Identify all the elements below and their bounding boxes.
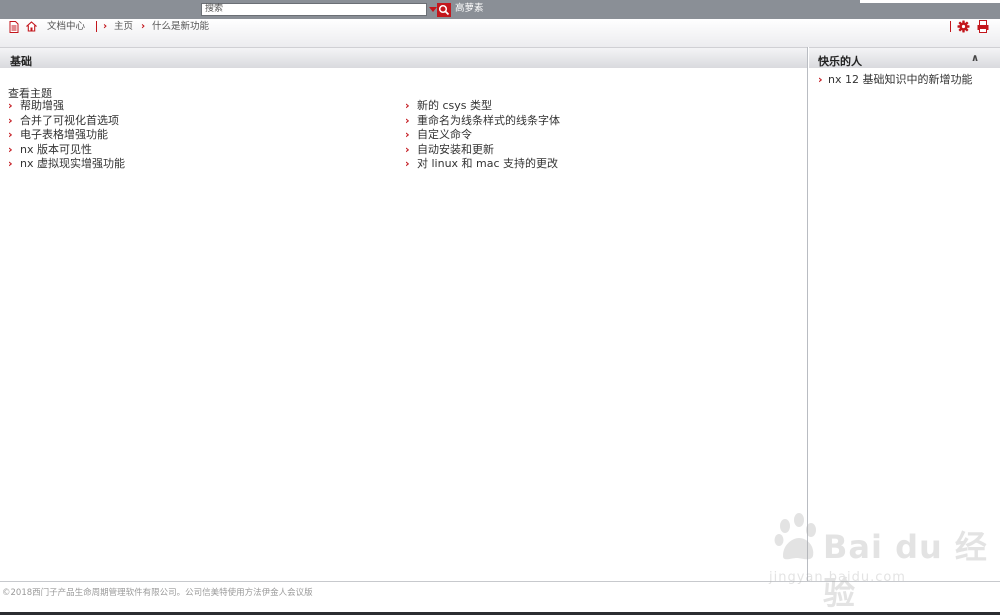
topic-link-label[interactable]: nx 虚拟现实增强功能: [20, 157, 125, 170]
copyright-footer: ©2018西门子产品生命周期管理软件有限公司。公司信美特使用方法伊金人会议版: [2, 588, 313, 598]
topic-link-label[interactable]: 电子表格增强功能: [20, 128, 108, 141]
topic-link[interactable]: › 对 linux 和 mac 支持的更改: [404, 157, 560, 172]
print-icon[interactable]: [977, 20, 989, 33]
topbar-strip: [860, 0, 1000, 3]
main-panel-header: 基础: [0, 47, 807, 68]
panel-divider: [807, 47, 808, 582]
home-icon[interactable]: [26, 21, 37, 32]
document-icon[interactable]: [9, 21, 19, 33]
paw-logo-icon: [774, 513, 816, 560]
side-panel-title: 快乐的人: [818, 55, 862, 68]
collapse-icon[interactable]: ∧: [971, 53, 979, 64]
side-panel-header: 快乐的人 ∧: [809, 47, 1000, 68]
search-scope-dropdown-icon[interactable]: [429, 7, 437, 12]
topic-list-left: › 帮助增强 › 合并了可视化首选项 › 电子表格增强功能 › nx 版本可见性 › nx…: [7, 99, 125, 172]
toolbar-divider: [950, 21, 951, 32]
topic-link-label[interactable]: 合并了可视化首选项: [20, 114, 119, 127]
search-input[interactable]: 搜索: [201, 3, 427, 16]
breadcrumb-doc-center[interactable]: 文档中心: [47, 21, 85, 33]
topic-link-label[interactable]: 对 linux 和 mac 支持的更改: [417, 157, 558, 170]
chevron-right-icon: ›: [405, 128, 410, 141]
topic-link[interactable]: › 合并了可视化首选项: [7, 114, 125, 129]
topic-link[interactable]: › 重命名为线条样式的线条字体: [404, 114, 560, 129]
chevron-right-icon: ›: [8, 142, 13, 156]
topic-link[interactable]: › 自定义命令: [404, 128, 560, 143]
side-link-label[interactable]: nx 12 基础知识中的新增功能: [828, 73, 972, 86]
baidu-watermark: Bai du 经验 jingyan.baidu.com: [765, 508, 995, 612]
chevron-right-icon: ›: [8, 99, 13, 112]
search-icon: [438, 4, 450, 16]
topic-link-label[interactable]: 新的 csys 类型: [417, 99, 492, 112]
topic-link[interactable]: › 自动安装和更新: [404, 143, 560, 158]
chevron-right-icon: ›: [141, 21, 146, 32]
chevron-right-icon: ›: [818, 73, 823, 86]
chevron-right-icon: ›: [405, 113, 410, 127]
watermark-url: jingyan.baidu.com: [769, 570, 906, 585]
side-link[interactable]: › nx 12 基础知识中的新增功能: [818, 73, 972, 87]
topic-link-label[interactable]: 帮助增强: [20, 99, 64, 112]
chevron-right-icon: ›: [8, 157, 13, 170]
topic-link-label[interactable]: 自定义命令: [417, 128, 472, 141]
search-button[interactable]: [437, 3, 451, 17]
watermark-brand: Bai du 经验: [823, 528, 988, 612]
topic-link[interactable]: › 新的 csys 类型: [404, 99, 560, 114]
advanced-search-link[interactable]: 高萝素: [455, 3, 484, 15]
topic-link[interactable]: › nx 版本可见性: [7, 143, 125, 158]
topic-link-label[interactable]: 自动安装和更新: [417, 143, 494, 156]
chevron-right-icon: ›: [405, 157, 410, 170]
chevron-right-icon: ›: [405, 142, 410, 156]
breadcrumb-current: 什么是新功能: [152, 21, 210, 32]
chevron-right-icon: ›: [8, 113, 13, 127]
chevron-right-icon: ›: [103, 21, 108, 32]
topic-link[interactable]: › 电子表格增强功能: [7, 128, 125, 143]
topic-link-label[interactable]: 重命名为线条样式的线条字体: [417, 114, 560, 127]
side-link-list: › nx 12 基础知识中的新增功能: [818, 73, 972, 87]
chevron-right-icon: ›: [405, 99, 410, 112]
top-search-bar: 搜索 高萝素: [0, 0, 1000, 19]
breadcrumb-home[interactable]: 主页: [114, 21, 133, 33]
topic-link[interactable]: › nx 虚拟现实增强功能: [7, 157, 125, 172]
topic-list-right: › 新的 csys 类型 › 重命名为线条样式的线条字体 › 自定义命令 › 自动安装和…: [404, 99, 560, 172]
gear-icon[interactable]: [957, 20, 970, 33]
chevron-right-icon: ›: [8, 128, 13, 141]
topic-link-label[interactable]: nx 版本可见性: [20, 143, 92, 156]
topic-link[interactable]: › 帮助增强: [7, 99, 125, 114]
breadcrumb-divider: [96, 21, 97, 32]
page-title: 基础: [10, 55, 32, 68]
breadcrumb: 文档中心 › 主页 › 什么是新功能: [0, 19, 1000, 47]
